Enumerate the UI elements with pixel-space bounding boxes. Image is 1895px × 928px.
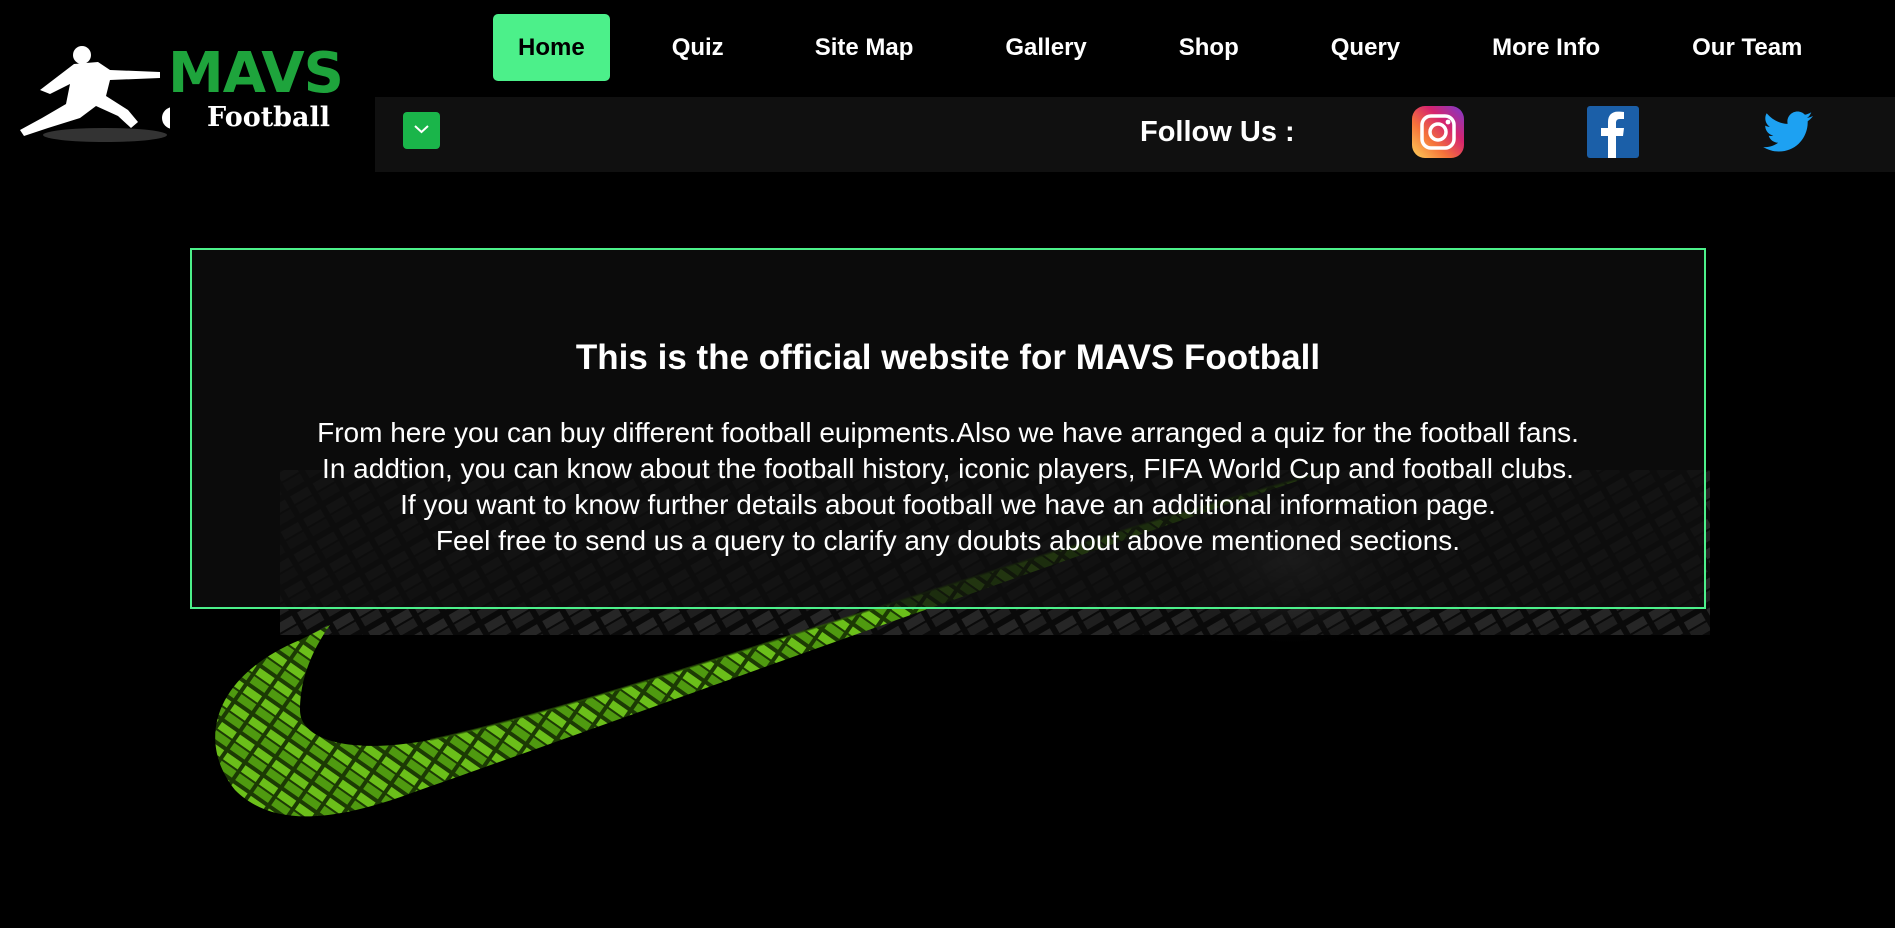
facebook-link[interactable] [1586,105,1640,159]
menu-toggle-button[interactable] [403,112,440,149]
instagram-link[interactable] [1411,105,1465,159]
facebook-icon [1587,106,1639,158]
logo-brand-text: MAVS [168,41,344,106]
intro-panel: This is the official website for MAVS Fo… [190,248,1706,609]
nav-item-query[interactable]: Query [1306,14,1425,81]
main-navigation: Home Quiz Site Map Gallery Shop Query Mo… [493,14,1827,81]
site-logo[interactable]: MAVS Football [10,40,350,160]
nav-item-gallery[interactable]: Gallery [980,14,1111,81]
intro-title: This is the official website for MAVS Fo… [575,338,1321,377]
intro-line: Feel free to send us a query to clarify … [435,525,1461,556]
intro-line: From here you can buy different football… [317,417,1579,448]
instagram-icon [1412,106,1464,158]
follow-us-label: Follow Us : [1140,116,1295,148]
nav-item-home[interactable]: Home [493,14,610,81]
nav-item-site-map[interactable]: Site Map [790,14,939,81]
social-bar: Follow Us : [375,97,1895,172]
football-player-kicking-icon [20,46,170,142]
page: MAVS Football Home Quiz Site Map Gallery… [0,0,1895,928]
twitter-link[interactable] [1761,105,1815,159]
intro-line: If you want to know further details abou… [400,489,1496,520]
intro-line: In addtion, you can know about the footb… [322,453,1574,484]
logo-subtitle-text: Football [207,102,331,133]
nav-item-quiz[interactable]: Quiz [647,14,749,81]
nav-item-shop[interactable]: Shop [1154,14,1264,81]
twitter-icon [1763,111,1813,152]
intro-description: From here you can buy different football… [192,415,1704,559]
nav-item-our-team[interactable]: Our Team [1667,14,1827,81]
nav-item-more-info[interactable]: More Info [1467,14,1625,81]
chevron-down-icon [414,125,429,134]
